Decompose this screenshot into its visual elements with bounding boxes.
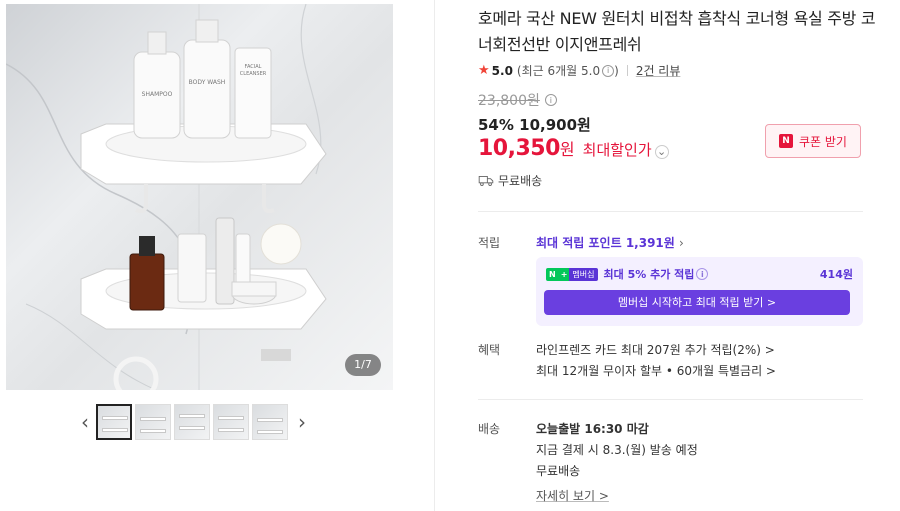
membership-text: 최대 5% 추가 적립 <box>603 268 695 281</box>
benefits-label: 혜택 <box>478 343 501 357</box>
shelf-illustration: SHAMPOO BODY WASH FACIAL CLEANSER <box>6 4 327 390</box>
naver-n-icon: N <box>546 267 559 281</box>
truck-icon <box>478 175 494 186</box>
max-points-text: 최대 적립 포인트 1,391원 <box>536 236 675 250</box>
thumbnail-strip: ‹ › <box>74 402 324 442</box>
shipping-free-text: 무료배송 <box>498 174 543 188</box>
body-wash-label: BODY WASH <box>189 79 226 86</box>
delivery-label: 배송 <box>478 422 501 436</box>
rating-recent: (최근 6개월 5.0 <box>516 64 601 78</box>
chevron-down-icon[interactable]: ⌄ <box>654 144 669 159</box>
final-price-currency: 원 <box>559 140 575 159</box>
review-count-link[interactable]: 2건 리뷰 <box>636 62 681 79</box>
facial-cleanser-label-2: CLEANSER <box>240 71 267 77</box>
coupon-button[interactable]: N 쿠폰 받기 <box>765 124 861 158</box>
thumbnail-4[interactable] <box>213 404 249 440</box>
delivery-cutoff: 오늘출발 16:30 마감 <box>536 422 649 436</box>
rating-separator <box>626 65 628 76</box>
thumbnail-next-button[interactable]: › <box>291 404 313 440</box>
naver-membership-badge: N + 멤버십 <box>546 267 598 281</box>
delivery-free: 무료배송 <box>536 464 581 478</box>
divider-1 <box>478 211 863 212</box>
coupon-button-label: 쿠폰 받기 <box>799 134 847 149</box>
final-price-label: 최대할인가 <box>582 141 652 159</box>
membership-start-button[interactable]: 멤버십 시작하고 최대 적립 받기 > <box>544 290 850 315</box>
thumbnail-3[interactable] <box>174 404 210 440</box>
rating-row: ★ 5.0 (최근 6개월 5.0 i ) 2건 리뷰 <box>478 62 680 79</box>
membership-badge-text: 멤버십 <box>569 267 598 281</box>
card-benefit-link[interactable]: 라인프렌즈 카드 최대 207원 추가 적립(2%) > <box>536 341 775 358</box>
membership-amount: 414원 <box>819 268 853 281</box>
info-icon[interactable]: i <box>602 64 615 77</box>
membership-info-icon[interactable]: i <box>696 268 709 280</box>
price-info-icon[interactable]: i <box>544 94 557 106</box>
thumbnail-1[interactable] <box>96 404 132 440</box>
delivery-ship-date: 지금 결제 시 8.3.(월) 발송 예정 <box>536 443 698 457</box>
thumbnail-prev-button[interactable]: ‹ <box>74 404 96 440</box>
max-points-link[interactable]: 최대 적립 포인트 1,391원 › <box>536 234 684 251</box>
shampoo-label: SHAMPOO <box>142 91 173 98</box>
delivery-detail-link[interactable]: 자세히 보기 > <box>536 487 609 504</box>
column-divider <box>434 0 435 511</box>
facial-cleanser-label-1: FACIAL <box>245 64 262 70</box>
installment-benefit-link[interactable]: 최대 12개월 무이자 할부 • 60개월 특별금리 > <box>536 362 776 379</box>
rating-recent-close: ) <box>614 63 619 78</box>
divider-2 <box>478 399 863 400</box>
original-price-row: 23,800원 i <box>478 90 557 110</box>
product-gallery: SHAMPOO BODY WASH FACIAL CLEANSER 1/7 ‹ … <box>0 0 400 511</box>
plus-icon: + <box>558 267 570 281</box>
star-icon: ★ <box>478 63 490 78</box>
rating-score: 5.0 <box>491 63 513 78</box>
membership-row: N + 멤버십 최대 5% 추가 적립 i 414원 <box>546 266 853 282</box>
original-price: 23,800원 <box>478 93 540 109</box>
image-counter: 1/7 <box>345 354 381 376</box>
final-price-row[interactable]: 10,350 원 최대할인가 ⌄ <box>478 136 669 161</box>
membership-box: N + 멤버십 최대 5% 추가 적립 i 414원 멤버십 시작하고 최대 적… <box>536 257 863 326</box>
thumbnail-2[interactable] <box>135 404 171 440</box>
chevron-right-icon: › <box>679 236 684 250</box>
shipping-row: 무료배송 <box>478 172 542 189</box>
product-title: 호메라 국산 NEW 원터치 비접착 흡착식 코너형 욕실 주방 코너회전선반 … <box>478 9 876 54</box>
main-product-image[interactable]: SHAMPOO BODY WASH FACIAL CLEANSER 1/7 <box>6 4 393 390</box>
thumbnail-5[interactable] <box>252 404 288 440</box>
discount-price: 54% 10,900원 <box>478 116 591 134</box>
final-price: 10,350 <box>478 136 560 161</box>
points-label: 적립 <box>478 236 501 250</box>
coupon-badge-icon: N <box>779 134 793 148</box>
